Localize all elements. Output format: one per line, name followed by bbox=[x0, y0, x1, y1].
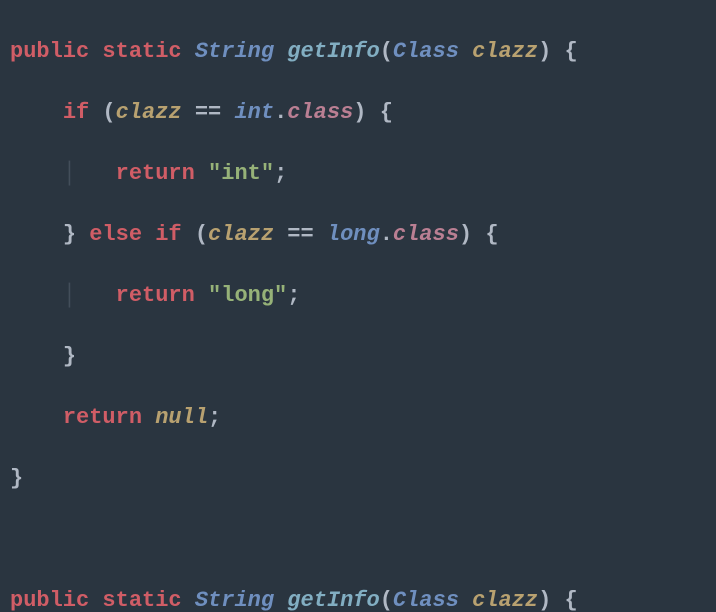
string-literal: "int" bbox=[208, 161, 274, 186]
kw-public: public bbox=[10, 39, 89, 64]
code-line: } bbox=[10, 342, 706, 373]
string-literal: "long" bbox=[208, 283, 287, 308]
param-clazz: clazz bbox=[472, 39, 538, 64]
method-name: getInfo bbox=[287, 39, 379, 64]
field-class: class bbox=[287, 100, 353, 125]
code-line: return null; bbox=[10, 403, 706, 434]
code-line: │ return "int"; bbox=[10, 159, 706, 190]
code-line: │ return "long"; bbox=[10, 281, 706, 312]
blank-line bbox=[10, 525, 706, 556]
code-block: public static String getInfo(Class clazz… bbox=[0, 0, 716, 612]
kw-else: else bbox=[89, 222, 142, 247]
code-line: public static String getInfo(Class clazz… bbox=[10, 37, 706, 68]
type-string: String bbox=[195, 39, 274, 64]
null-literal: null bbox=[155, 405, 208, 430]
kw-if: if bbox=[63, 100, 89, 125]
code-line: } else if (clazz == long.class) { bbox=[10, 220, 706, 251]
code-line: public static String getInfo(Class clazz… bbox=[10, 586, 706, 612]
type-class: Class bbox=[393, 39, 459, 64]
kw-static: static bbox=[102, 39, 181, 64]
kw-return: return bbox=[116, 161, 195, 186]
type-int: int bbox=[234, 100, 274, 125]
type-long: long bbox=[327, 222, 380, 247]
code-line: if (clazz == int.class) { bbox=[10, 98, 706, 129]
op-eq: == bbox=[195, 100, 221, 125]
code-line: } bbox=[10, 464, 706, 495]
